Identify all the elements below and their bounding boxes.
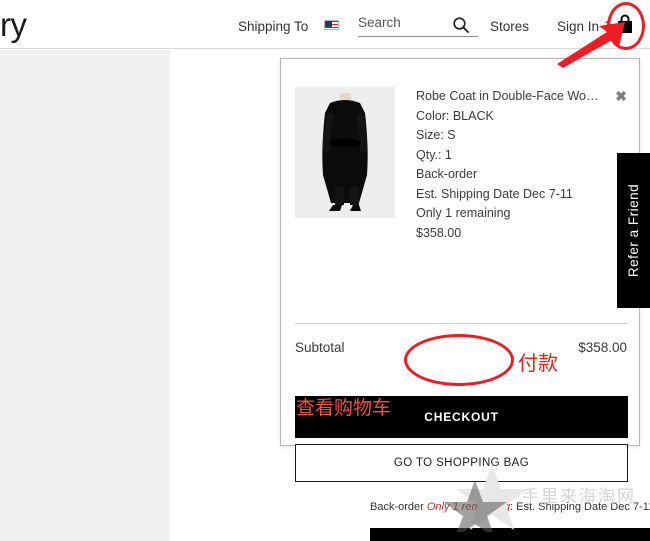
search-icon[interactable] — [452, 16, 470, 34]
watermark-stars-icon — [440, 462, 530, 538]
shipping-to-label[interactable]: Shipping To — [238, 19, 308, 34]
watermark-text: 手里来海淘网 — [522, 487, 636, 507]
cart-item-size: Size: S — [416, 128, 456, 142]
cart-item-color: Color: BLACK — [416, 108, 494, 123]
mini-cart-popup: Robe Coat in Double-Face Wo… Color: BLAC… — [280, 58, 640, 482]
cart-item-qty: Qty.: 1 — [416, 147, 452, 162]
close-icon[interactable]: ✖ — [615, 89, 627, 103]
stores-link[interactable]: Stores — [490, 19, 529, 34]
cart-item-ship-date: Est. Shipping Date Dec 7-11 — [416, 186, 573, 201]
cart-item-status: Back-order — [416, 167, 478, 181]
refer-a-friend-label: Refer a Friend — [626, 183, 642, 278]
cart-item-remaining: Only 1 remaining — [416, 206, 511, 220]
sign-in-link[interactable]: Sign In — [557, 19, 599, 34]
product-gallery-panel[interactable] — [0, 50, 170, 541]
back-order-prefix: Back-order — [370, 501, 424, 513]
product-thumbnail[interactable] — [295, 87, 395, 218]
subtotal-value: $358.00 — [578, 340, 627, 355]
bag-item-count: 1 — [604, 19, 611, 33]
subtotal-label: Subtotal — [295, 340, 345, 355]
refer-a-friend-tab[interactable]: Refer a Friend — [617, 153, 650, 308]
site-header: ry Shipping To Stores Sign In 1 — [0, 0, 650, 49]
divider — [295, 323, 628, 324]
checkout-button[interactable]: CHECKOUT — [295, 396, 628, 438]
us-flag-icon — [324, 20, 339, 30]
cart-item-price: $358.00 — [416, 225, 462, 240]
shopping-bag-icon[interactable] — [613, 12, 637, 36]
cart-item-details: Robe Coat in Double-Face Wo… Color: BLAC… — [416, 87, 628, 243]
cart-item-title[interactable]: Robe Coat in Double-Face Wo… — [416, 87, 628, 107]
site-logo[interactable]: ry — [0, 6, 27, 44]
page-root: ry Shipping To Stores Sign In 1 — [0, 0, 650, 541]
